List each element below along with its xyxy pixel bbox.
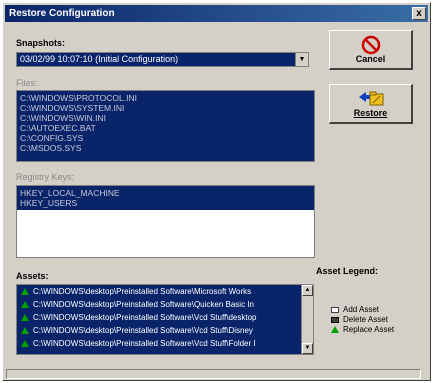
asset-path: C:\WINDOWS\desktop\Preinstalled Software…: [33, 339, 256, 348]
snapshots-select[interactable]: 03/02/99 10:07:10 (Initial Configuration…: [16, 52, 309, 67]
title-bar: Restore Configuration x: [5, 5, 428, 22]
list-item[interactable]: HKEY_USERS: [17, 198, 314, 208]
legend-label: Add Asset: [343, 305, 380, 314]
cancel-button-label: Cancel: [355, 54, 386, 64]
assets-label: Assets:: [16, 271, 49, 281]
scroll-down-icon[interactable]: ▼: [302, 343, 313, 354]
replace-asset-icon: [21, 301, 29, 308]
files-label: Files:: [16, 78, 38, 88]
restore-button[interactable]: Restore: [329, 84, 413, 124]
list-item[interactable]: C:\WINDOWS\WIN.INI: [17, 113, 314, 123]
replace-asset-icon: [331, 326, 339, 333]
dropdown-arrow-icon[interactable]: ▼: [295, 53, 308, 66]
close-icon[interactable]: x: [412, 7, 426, 20]
legend-item-add: Add Asset: [331, 305, 379, 314]
snapshots-label: Snapshots:: [16, 38, 66, 48]
list-item[interactable]: C:\WINDOWS\desktop\Preinstalled Software…: [17, 286, 313, 298]
list-item[interactable]: C:\WINDOWS\PROTOCOL.INI: [17, 93, 314, 103]
snapshots-selected-value: 03/02/99 10:07:10 (Initial Configuration…: [20, 54, 179, 64]
list-item[interactable]: C:\WINDOWS\desktop\Preinstalled Software…: [17, 338, 313, 350]
legend-label: Delete Asset: [343, 315, 388, 324]
list-item[interactable]: C:\WINDOWS\SYSTEM.INI: [17, 103, 314, 113]
list-item[interactable]: C:\MSDOS.SYS: [17, 143, 314, 153]
replace-asset-icon: [21, 288, 29, 295]
list-item[interactable]: C:\WINDOWS\desktop\Preinstalled Software…: [17, 312, 313, 324]
legend-label: Replace Asset: [343, 325, 395, 334]
registry-keys-label: Registry Keys:: [16, 172, 75, 182]
list-item[interactable]: C:\WINDOWS\desktop\Preinstalled Software…: [17, 325, 313, 337]
legend-item-delete: Delete Asset: [331, 315, 388, 324]
cancel-button[interactable]: Cancel: [329, 30, 413, 70]
replace-asset-icon: [21, 340, 29, 347]
list-item[interactable]: HKEY_LOCAL_MACHINE: [17, 188, 314, 198]
window-title: Restore Configuration: [9, 8, 115, 19]
list-item[interactable]: C:\WINDOWS\desktop\Preinstalled Software…: [17, 299, 313, 311]
files-list[interactable]: C:\WINDOWS\PROTOCOL.INI C:\WINDOWS\SYSTE…: [16, 90, 315, 162]
cancel-icon: [361, 35, 380, 55]
assets-list[interactable]: C:\WINDOWS\desktop\Preinstalled Software…: [16, 284, 314, 355]
restore-button-label: Restore: [353, 108, 388, 118]
status-bar: [6, 369, 421, 379]
asset-path: C:\WINDOWS\desktop\Preinstalled Software…: [33, 287, 252, 296]
asset-path: C:\WINDOWS\desktop\Preinstalled Software…: [33, 300, 254, 309]
asset-path: C:\WINDOWS\desktop\Preinstalled Software…: [33, 313, 257, 322]
assets-scrollbar[interactable]: ▲ ▼: [301, 285, 313, 354]
list-item[interactable]: C:\AUTOEXEC.BAT: [17, 123, 314, 133]
delete-asset-icon: [331, 316, 339, 323]
add-asset-icon: [331, 306, 339, 313]
legend-item-replace: Replace Asset: [331, 325, 394, 334]
replace-asset-icon: [21, 327, 29, 334]
replace-asset-icon: [21, 314, 29, 321]
restore-folder-icon: [358, 91, 383, 106]
asset-legend-label: Asset Legend:: [316, 266, 379, 276]
list-item[interactable]: C:\CONFIG.SYS: [17, 133, 314, 143]
registry-selection: HKEY_LOCAL_MACHINE HKEY_USERS: [17, 186, 314, 210]
scroll-up-icon[interactable]: ▲: [302, 285, 313, 296]
asset-path: C:\WINDOWS\desktop\Preinstalled Software…: [33, 326, 253, 335]
registry-keys-list[interactable]: HKEY_LOCAL_MACHINE HKEY_USERS: [16, 185, 315, 258]
